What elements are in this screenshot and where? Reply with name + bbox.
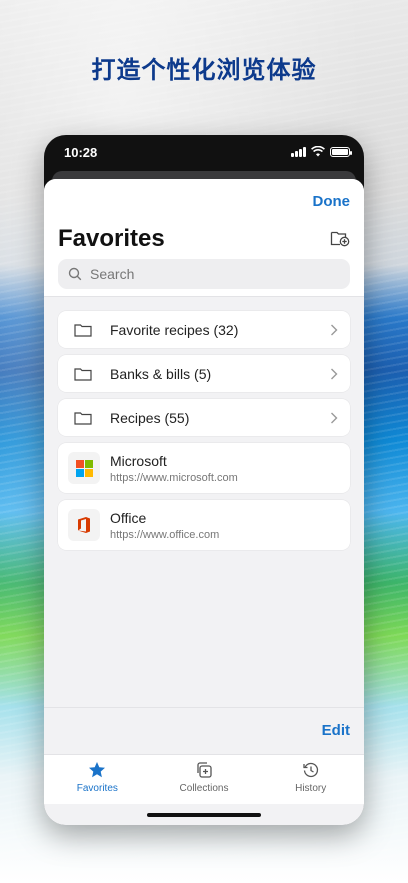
battery-icon xyxy=(330,146,352,157)
tab-favorites[interactable]: Favorites xyxy=(44,755,151,804)
page-title: Favorites xyxy=(58,225,165,252)
sheet-header: Done Favorites xyxy=(44,179,364,297)
sheet-footer: Edit Favorites Collections History xyxy=(44,707,364,825)
chevron-right-icon xyxy=(331,368,338,379)
chevron-right-icon xyxy=(331,324,338,335)
search-icon xyxy=(68,267,82,281)
site-name: Microsoft xyxy=(110,452,167,469)
site-name: Office xyxy=(110,509,147,526)
tab-collections[interactable]: Collections xyxy=(151,755,258,804)
tab-bar: Favorites Collections History xyxy=(44,754,364,804)
search-input[interactable] xyxy=(90,266,310,282)
favorites-list: Favorite recipes (32) Banks & bills (5) xyxy=(58,311,350,557)
collections-icon xyxy=(197,762,212,778)
signal-icon xyxy=(291,146,306,157)
folder-icon xyxy=(74,367,92,381)
folder-row-recipes[interactable]: Recipes (55) xyxy=(58,399,350,436)
status-time: 10:28 xyxy=(64,145,98,160)
tab-label: Favorites xyxy=(76,783,118,794)
status-bar: 10:28 xyxy=(44,135,364,171)
tab-history[interactable]: History xyxy=(257,755,364,804)
wifi-icon xyxy=(311,146,325,157)
folder-label: Favorite recipes (32) xyxy=(110,321,239,338)
office-logo-icon xyxy=(68,509,100,541)
folder-row-banks-bills[interactable]: Banks & bills (5) xyxy=(58,355,350,392)
folder-label: Banks & bills (5) xyxy=(110,365,212,382)
folder-icon xyxy=(74,323,92,337)
headline: 打造个性化浏览体验 xyxy=(91,57,317,84)
tab-label: Collections xyxy=(179,783,229,794)
star-icon xyxy=(89,762,106,778)
home-indicator xyxy=(147,813,261,817)
site-row-microsoft[interactable]: Microsoft https://www.microsoft.com xyxy=(58,443,350,493)
history-icon xyxy=(303,762,318,778)
status-icons xyxy=(291,146,352,157)
done-button[interactable]: Done xyxy=(313,193,351,210)
favorites-sheet: Done Favorites Favorite re xyxy=(44,179,364,825)
folder-label: Recipes (55) xyxy=(110,409,190,426)
site-url: https://www.office.com xyxy=(110,528,220,541)
chevron-right-icon xyxy=(331,412,338,423)
microsoft-logo-icon xyxy=(68,452,100,484)
edit-button[interactable]: Edit xyxy=(322,722,350,739)
site-url: https://www.microsoft.com xyxy=(110,471,238,484)
folder-row-favorite-recipes[interactable]: Favorite recipes (32) xyxy=(58,311,350,348)
folder-icon xyxy=(74,411,92,425)
new-folder-icon[interactable] xyxy=(330,229,350,247)
phone-frame: 10:28 Done Favorites Search Favorite rec… xyxy=(44,135,364,825)
tab-label: History xyxy=(295,783,327,794)
search-bar[interactable] xyxy=(58,259,350,289)
site-row-office[interactable]: Office https://www.office.com xyxy=(58,500,350,550)
